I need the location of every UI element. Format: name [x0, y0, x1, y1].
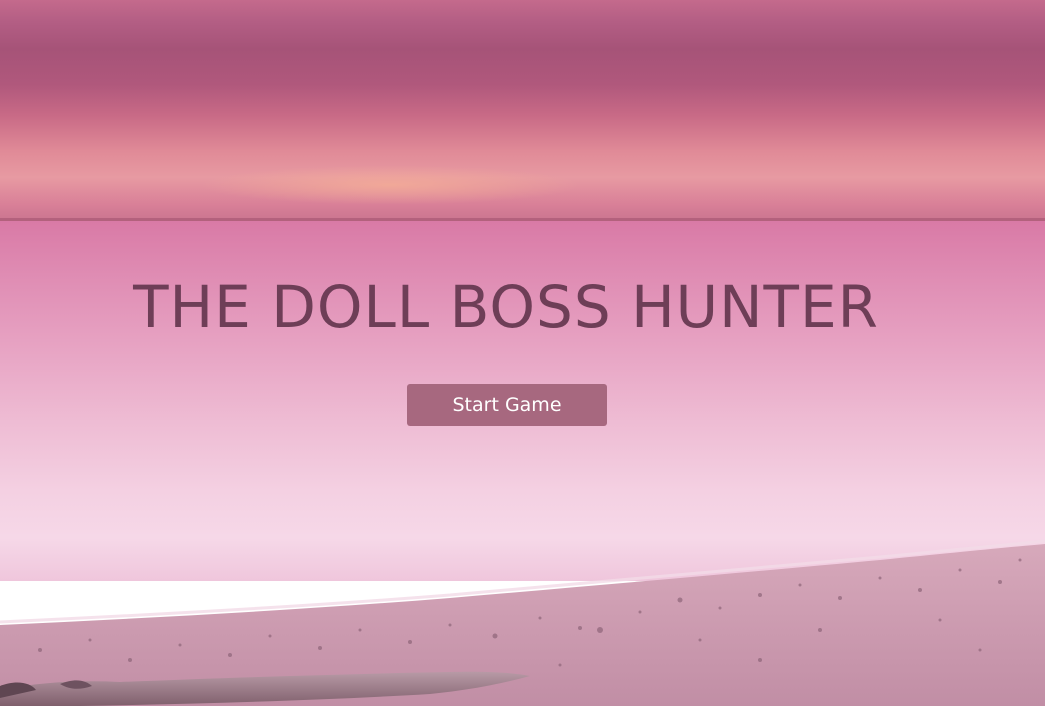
game-title: THE DOLL BOSS HUNTER	[133, 273, 879, 341]
background-scene	[0, 0, 1045, 706]
start-game-button[interactable]: Start Game	[407, 384, 607, 426]
beach-shore	[0, 539, 1045, 706]
